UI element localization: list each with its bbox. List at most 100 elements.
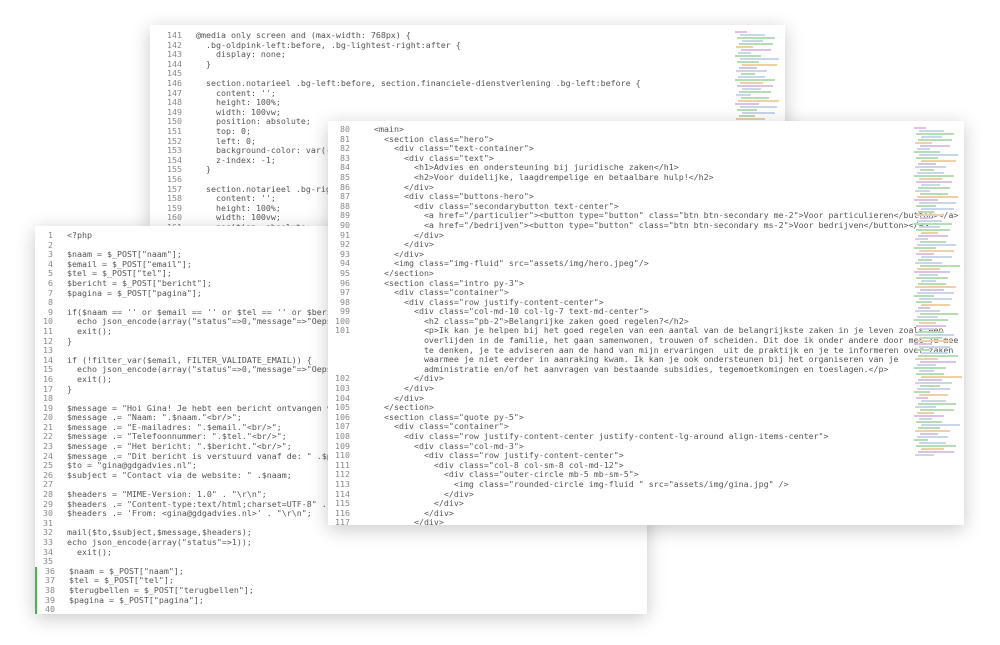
minimap-line [919,442,946,444]
minimap-line [921,136,942,138]
line-number: 101 [335,325,350,336]
minimap-line [915,358,938,360]
minimap-line [739,43,773,45]
minimap-line [914,127,926,129]
code-line[interactable]: 117 </div> [328,518,958,525]
code-line[interactable]: 143 display: none; [150,50,641,60]
minimap-line [735,79,775,81]
code-area[interactable]: 80 <main> 81 <section class="hero"> 82 <di… [328,124,958,525]
minimap-line [917,220,942,222]
minimap-line [915,334,954,336]
minimap-line [914,271,950,273]
minimap-line [915,262,942,264]
minimap-line [918,283,946,285]
minimap-line [919,346,950,348]
minimap-line [920,145,950,147]
minimap-line [736,118,765,120]
minimap-line [737,85,773,87]
minimap-line [742,112,775,114]
minimap-line [914,439,928,441]
minimap-line [914,367,946,369]
minimap-line [916,349,930,351]
minimap-line [739,67,757,69]
minimap-line [917,316,938,318]
minimap-line [921,424,960,426]
minimap-line [914,247,936,249]
code-line[interactable]: 33 echo json_encode(array("status"=>1)); [35,537,647,548]
minimap-line [918,211,934,213]
minimap-line [916,325,946,327]
html-editor-window[interactable]: 80 <main> 81 <section class="hero"> 82 <di… [328,121,964,525]
minimap-line [914,223,952,225]
minimap-line [916,133,954,135]
minimap-line [914,175,954,177]
minimap-line [916,397,928,399]
code-line[interactable]: 144 } [150,58,641,70]
minimap-line [736,94,751,96]
minimap-line [915,382,952,384]
minimap-line [918,307,930,309]
code-line[interactable]: 39 $pagina = $_POST["pagina"]; [35,594,647,606]
minimap-line [921,448,944,450]
minimap-line [920,217,932,219]
minimap-line [739,115,755,117]
code-text: } [196,58,211,69]
minimap-line [921,208,954,210]
minimap-line [917,292,954,294]
minimap-line [916,277,948,279]
minimap-line [740,106,777,108]
minimap-line [742,64,777,66]
minimap-line [735,103,759,105]
code-text: $headers .= 'From: <gina@gdgadvies.nl>' … [67,508,312,519]
minimap-line [915,214,944,216]
minimap-line [916,421,942,423]
minimap-line [738,100,779,102]
minimap-line [918,355,958,357]
minimap-line [914,415,944,417]
minimap-line [740,34,765,36]
code-text: $pagina = $_POST["pagina"]; [69,594,204,605]
minimap-line [740,82,763,84]
code-text: } [67,383,72,394]
minimap-line [915,406,936,408]
minimap-line [918,331,944,333]
minimap-line [737,37,775,39]
minimap-line [920,289,944,291]
minimap-line [919,394,948,396]
minimap-line [919,298,952,300]
code-text: $subject = "Contact via de website: " .$… [67,469,292,480]
minimap-line [920,433,938,435]
minimap-line [914,319,948,321]
minimap-line [918,235,948,237]
minimap-line [915,286,956,288]
line-number [328,346,350,356]
minimap-line [916,373,944,375]
code-text: </div> [364,517,444,525]
minimap-line [918,427,940,429]
minimap-line [920,241,946,243]
line-number: 40 [45,604,55,614]
minimap-line [737,61,759,63]
line-number [328,355,350,365]
minimap-line [914,199,938,201]
code-line[interactable]: 34 exit(); [35,547,647,558]
minimap-line [920,337,942,339]
minimap-line [735,31,747,33]
minimap[interactable] [914,127,962,457]
minimap-line [741,73,755,75]
minimap-line [919,250,954,252]
minimap-line [919,154,958,156]
code-text: exit(); [67,373,112,384]
code-text: <?php [67,230,92,240]
minimap-line [736,46,753,48]
minimap-line [742,40,763,42]
code-line[interactable]: 40 [35,605,647,614]
minimap-line [921,184,940,186]
